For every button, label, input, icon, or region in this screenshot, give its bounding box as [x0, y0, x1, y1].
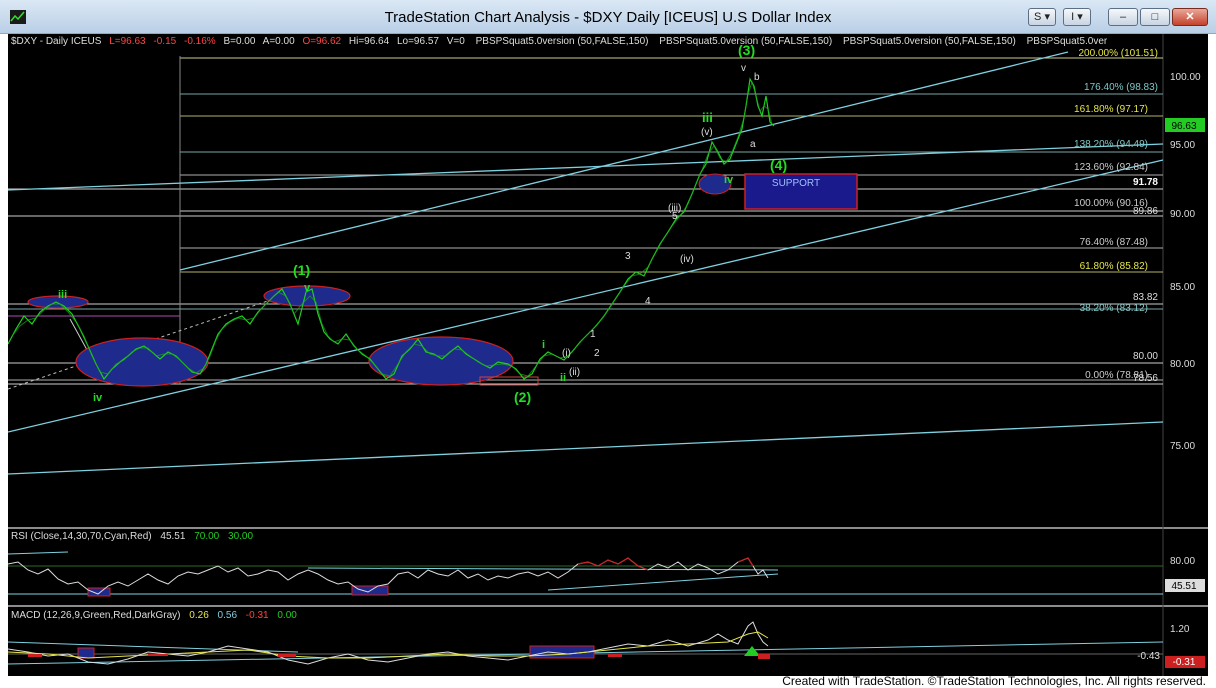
wave-label: (ii)	[569, 367, 580, 378]
level-label: 83.82	[1133, 292, 1158, 303]
last-label: L=96.63	[109, 36, 146, 47]
wave-label: iii	[58, 289, 67, 301]
chevron-down-icon: ▾	[1044, 11, 1050, 23]
study-label: PBSPSquat5.0version (50,FALSE,150)	[843, 36, 1016, 47]
axis-tick: 75.00	[1170, 441, 1195, 452]
rsi-zone[interactable]	[87, 587, 111, 597]
macd-header: MACD (12,26,9,Green,Red,DarkGray) 0.26 0…	[11, 610, 297, 621]
minimize-button[interactable]: –	[1108, 8, 1138, 26]
chevron-down-icon: ▾	[1077, 11, 1083, 23]
fib-label: 123.60% (92.84)	[1074, 162, 1148, 173]
macd-value: 0.26	[189, 610, 209, 621]
zone-ellipse[interactable]	[368, 336, 514, 386]
high-label: Hi=96.64	[349, 36, 390, 47]
fib-label: 100.00% (90.16)	[1074, 198, 1148, 209]
rsi-axis-tick: 80.00	[1170, 556, 1195, 567]
wave-label: 4	[645, 296, 651, 307]
pct-label: -0.16%	[184, 36, 216, 47]
wave-label: (1)	[293, 262, 310, 278]
maximize-icon: □	[1151, 11, 1159, 23]
rsi-last-label: 45.51	[1171, 581, 1196, 592]
fib-label: 61.80% (85.82)	[1080, 261, 1148, 272]
wave-label: 1	[590, 329, 596, 340]
volume-label: V=0	[447, 36, 466, 47]
macd-axis-tick: 1.20	[1170, 624, 1190, 635]
maximize-button[interactable]: □	[1140, 8, 1170, 26]
rsi-label: RSI (Close,14,30,70,Cyan,Red)	[11, 531, 152, 542]
minimize-icon: –	[1119, 11, 1127, 23]
macd-label: MACD (12,26,9,Green,Red,DarkGray)	[11, 610, 181, 621]
axis-tick: 100.00	[1170, 72, 1201, 83]
fib-label: 0.00% (78.81)	[1085, 370, 1148, 381]
fib-label: 138.20% (94.49)	[1074, 139, 1148, 150]
wave-label: v	[304, 282, 311, 294]
footer-copyright: Created with TradeStation. ©TradeStation…	[782, 674, 1206, 688]
wave-label: iv	[724, 174, 734, 186]
wave-label: iii	[702, 110, 713, 125]
wave-label: a	[750, 139, 756, 150]
study-label: PBSPSquat5.0ver	[1027, 36, 1108, 47]
rsi-header: RSI (Close,14,30,70,Cyan,Red) 45.51 70.0…	[11, 531, 253, 542]
fib-label: 38.20% (83.12)	[1080, 303, 1148, 314]
fib-label: 76.40% (87.48)	[1080, 237, 1148, 248]
low-label: Lo=96.57	[397, 36, 439, 47]
macd-zone[interactable]	[77, 647, 95, 659]
axis-tick: 85.00	[1170, 282, 1195, 293]
wave-label: 2	[594, 348, 600, 359]
wave-label: ii	[560, 372, 566, 384]
chart-area[interactable]: SUPPORT 96.63 100.00 95.00 90.00 85.00 8…	[7, 34, 1208, 676]
fib-label: 176.40% (98.83)	[1084, 82, 1158, 93]
axis-tick: 80.00	[1170, 359, 1195, 370]
i-menu-button[interactable]: I ▾	[1063, 8, 1091, 26]
zone-ellipse[interactable]	[75, 337, 209, 387]
wave-label: (v)	[701, 127, 713, 138]
wave-label: (4)	[770, 157, 787, 173]
ask-label: A=0.00	[263, 36, 295, 47]
wave-label: (3)	[738, 42, 755, 58]
s-menu-button[interactable]: S ▾	[1028, 8, 1056, 26]
bid-label: B=0.00	[223, 36, 255, 47]
level-label: 91.78	[1133, 177, 1158, 188]
wave-label: 3	[625, 251, 631, 262]
rsi-ob: 70.00	[194, 531, 219, 542]
macd-diff: -0.31	[246, 610, 269, 621]
fib-label: 161.80% (97.17)	[1074, 104, 1148, 115]
macd-zero: 0.00	[277, 610, 297, 621]
axis-tick: 95.00	[1170, 140, 1195, 151]
wave-label: (2)	[514, 389, 531, 405]
change-label: -0.15	[153, 36, 176, 47]
wave-label: b	[754, 72, 760, 83]
wave-label: v	[741, 63, 746, 74]
i-button-label: I	[1071, 11, 1075, 23]
open-label: O=96.62	[302, 36, 341, 47]
study-label: PBSPSquat5.0version (50,FALSE,150)	[476, 36, 649, 47]
close-icon: ✕	[1185, 11, 1195, 23]
wave-label: (iv)	[680, 254, 694, 265]
axis-tick: 90.00	[1170, 209, 1195, 220]
wave-label: (i)	[562, 348, 571, 359]
fib-label: 200.00% (101.51)	[1078, 48, 1158, 59]
chart-header: $DXY - Daily ICEUS L=96.63 -0.15 -0.16% …	[11, 36, 1108, 47]
wave-label: iv	[93, 392, 103, 404]
macd-axis-tick: -0.43	[1137, 651, 1160, 662]
support-label: SUPPORT	[772, 178, 820, 189]
symbol-label: $DXY - Daily ICEUS	[11, 36, 102, 47]
macd-signal: 0.56	[218, 610, 238, 621]
macd-last-label: -0.31	[1173, 657, 1196, 668]
s-button-label: S	[1034, 11, 1042, 23]
wave-label: 5	[672, 211, 678, 222]
rsi-os: 30.00	[228, 531, 253, 542]
wave-label: i	[542, 339, 545, 351]
last-price-label: 96.63	[1171, 121, 1196, 132]
chart-canvas[interactable]: SUPPORT 96.63 100.00 95.00 90.00 85.00 8…	[7, 34, 1208, 676]
window-titlebar: TradeStation Chart Analysis - $DXY Daily…	[0, 0, 1216, 34]
level-label: 80.00	[1133, 351, 1158, 362]
close-button[interactable]: ✕	[1172, 8, 1208, 26]
rsi-value: 45.51	[160, 531, 185, 542]
